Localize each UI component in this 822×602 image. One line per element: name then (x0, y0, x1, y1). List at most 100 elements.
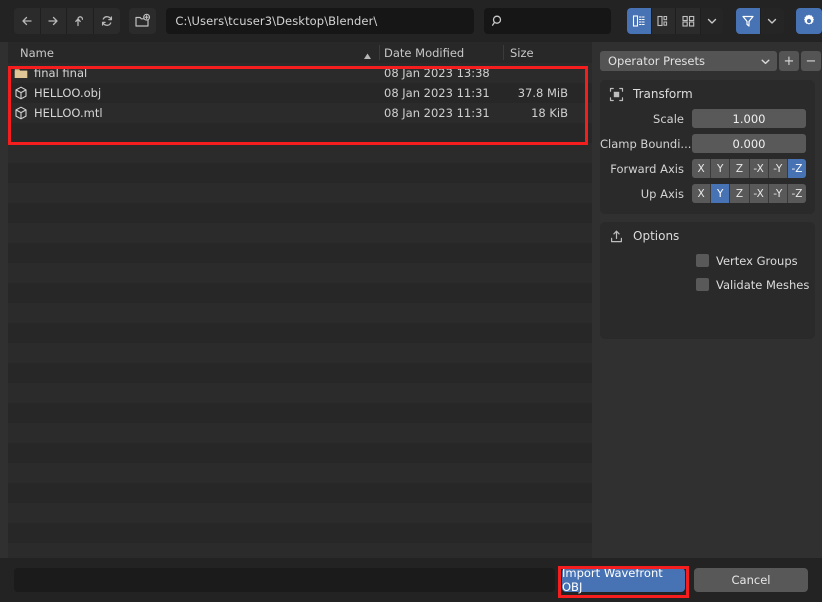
file-name: HELLOO.mtl (34, 106, 103, 120)
clamp-bounding-box-row: Clamp Boundi... 0.000 (600, 133, 815, 154)
import-arrow-icon (609, 229, 624, 244)
checkbox-label: Validate Meshes (716, 277, 810, 292)
filter-group (736, 8, 784, 34)
up-axis-row: Up Axis X Y Z -X -Y -Z (600, 183, 815, 204)
column-header-size[interactable]: Size (510, 46, 534, 60)
cancel-button[interactable]: Cancel (694, 568, 808, 592)
new-folder-icon[interactable] (128, 8, 157, 34)
search-icon (491, 15, 501, 26)
bottom-action-bar: Import Wavefront OBJ Cancel (0, 558, 822, 602)
forward-axis-label: Forward Axis (610, 161, 684, 176)
sort-ascending-icon[interactable] (363, 49, 372, 63)
settings-gear-icon[interactable] (795, 8, 822, 34)
transform-panel-header[interactable]: Transform (600, 80, 815, 108)
empty-row (8, 263, 592, 283)
scale-label: Scale (653, 111, 684, 126)
file-list-column-header: Name Date Modified Size (8, 42, 592, 63)
checkbox[interactable] (696, 278, 709, 291)
parent-folder-icon[interactable] (67, 8, 94, 34)
empty-row (8, 403, 592, 423)
options-panel-header[interactable]: Options (600, 222, 815, 250)
search-input[interactable] (483, 8, 612, 34)
filter-options-chevron-down-icon[interactable] (760, 8, 784, 34)
table-row[interactable]: HELLOO.obj 08 Jan 2023 11:31 37.8 MiB (8, 83, 592, 103)
top-toolbar: C:\Users\tcuser3\Desktop\Blender\ (0, 0, 822, 42)
forward-axis-option-Y[interactable]: Y (711, 159, 731, 178)
checkbox-row[interactable]: Vertex Groups (600, 250, 815, 271)
filter-funnel-icon[interactable] (736, 8, 761, 34)
mesh-icon (8, 106, 34, 120)
up-axis-label: Up Axis (640, 186, 684, 201)
navigation-button-group (14, 8, 120, 34)
column-header-date-modified[interactable]: Date Modified (384, 46, 464, 60)
filename-input[interactable] (14, 568, 555, 592)
header-divider (379, 45, 380, 60)
folder-icon (8, 67, 34, 80)
checkbox-row[interactable]: Validate Meshes (600, 274, 815, 295)
forward-axis-option-Z[interactable]: Z (730, 159, 750, 178)
file-list: final final 08 Jan 2023 13:38 HELLOO.obj 08… (8, 63, 592, 563)
options-panel-title: Options (633, 229, 680, 243)
empty-row (8, 523, 592, 543)
blender-file-browser-window: C:\Users\tcuser3\Desktop\Blender\ Name D… (0, 0, 822, 602)
forward-axis-option-negZ[interactable]: -Z (787, 159, 806, 178)
display-thumbnails-icon[interactable] (676, 8, 701, 34)
checkbox[interactable] (696, 254, 709, 267)
empty-row (8, 163, 592, 183)
up-axis-option-negZ[interactable]: -Z (787, 184, 806, 203)
chevron-down-icon (761, 59, 770, 64)
forward-axis-toggle-group: X Y Z -X -Y -Z (692, 159, 806, 178)
import-wavefront-obj-button[interactable]: Import Wavefront OBJ (562, 566, 685, 594)
display-horizontal-list-icon[interactable] (651, 8, 677, 34)
empty-row (8, 223, 592, 243)
up-axis-option-X[interactable]: X (692, 184, 712, 203)
up-axis-option-Y[interactable]: Y (711, 184, 731, 203)
options-checkbox-list: Vertex Groups Validate Meshes (600, 250, 815, 295)
display-vertical-list-icon[interactable] (627, 8, 652, 34)
forward-axis-row: Forward Axis X Y Z -X -Y -Z (600, 158, 815, 179)
scale-input[interactable]: 1.000 (692, 109, 806, 128)
add-preset-button[interactable]: + (779, 51, 799, 71)
empty-row (8, 283, 592, 303)
up-axis-option-negX[interactable]: -X (749, 184, 769, 203)
operator-presets-dropdown[interactable]: Operator Presets (600, 51, 777, 71)
operator-presets-row: Operator Presets + − (600, 51, 821, 71)
transform-icon (609, 87, 624, 102)
table-row[interactable]: final final 08 Jan 2023 13:38 (8, 63, 592, 83)
operator-presets-label: Operator Presets (608, 54, 705, 68)
forward-axis-option-X[interactable]: X (692, 159, 712, 178)
empty-row (8, 343, 592, 363)
forward-axis-option-negX[interactable]: -X (749, 159, 769, 178)
empty-row (8, 483, 592, 503)
file-size: 37.8 MiB (517, 86, 568, 100)
import-properties-panel: Operator Presets + − Transform Scale 1.0… (592, 42, 822, 558)
up-axis-option-Z[interactable]: Z (730, 184, 750, 203)
empty-row (8, 503, 592, 523)
column-header-name[interactable]: Name (20, 46, 54, 60)
file-name: HELLOO.obj (34, 86, 102, 100)
mesh-icon (8, 86, 34, 100)
empty-row (8, 323, 592, 343)
path-input[interactable]: C:\Users\tcuser3\Desktop\Blender\ (166, 8, 474, 34)
clamp-bounding-box-label: Clamp Boundi... (600, 136, 692, 151)
transform-panel-title: Transform (633, 87, 693, 101)
back-icon[interactable] (14, 8, 41, 34)
transform-panel: Transform Scale 1.000 Clamp Boundi... 0.… (600, 80, 815, 214)
empty-row (8, 303, 592, 323)
forward-icon[interactable] (40, 8, 67, 34)
display-options-chevron-down-icon[interactable] (700, 8, 724, 34)
empty-row (8, 423, 592, 443)
empty-row (8, 463, 592, 483)
header-divider (503, 45, 504, 60)
checkbox-label: Vertex Groups (716, 253, 798, 268)
up-axis-toggle-group: X Y Z -X -Y -Z (692, 184, 806, 203)
clamp-bounding-box-input[interactable]: 0.000 (692, 134, 806, 153)
table-row[interactable]: HELLOO.mtl 08 Jan 2023 11:31 18 KiB (8, 103, 592, 123)
file-date-modified: 08 Jan 2023 13:38 (384, 66, 490, 80)
forward-axis-option-negY[interactable]: -Y (768, 159, 788, 178)
up-axis-option-negY[interactable]: -Y (768, 184, 788, 203)
refresh-icon[interactable] (93, 8, 120, 34)
file-browser-area: Name Date Modified Size final final 08 Ja… (0, 42, 592, 563)
remove-preset-button[interactable]: − (801, 51, 821, 71)
browser-left-strip (0, 42, 8, 558)
